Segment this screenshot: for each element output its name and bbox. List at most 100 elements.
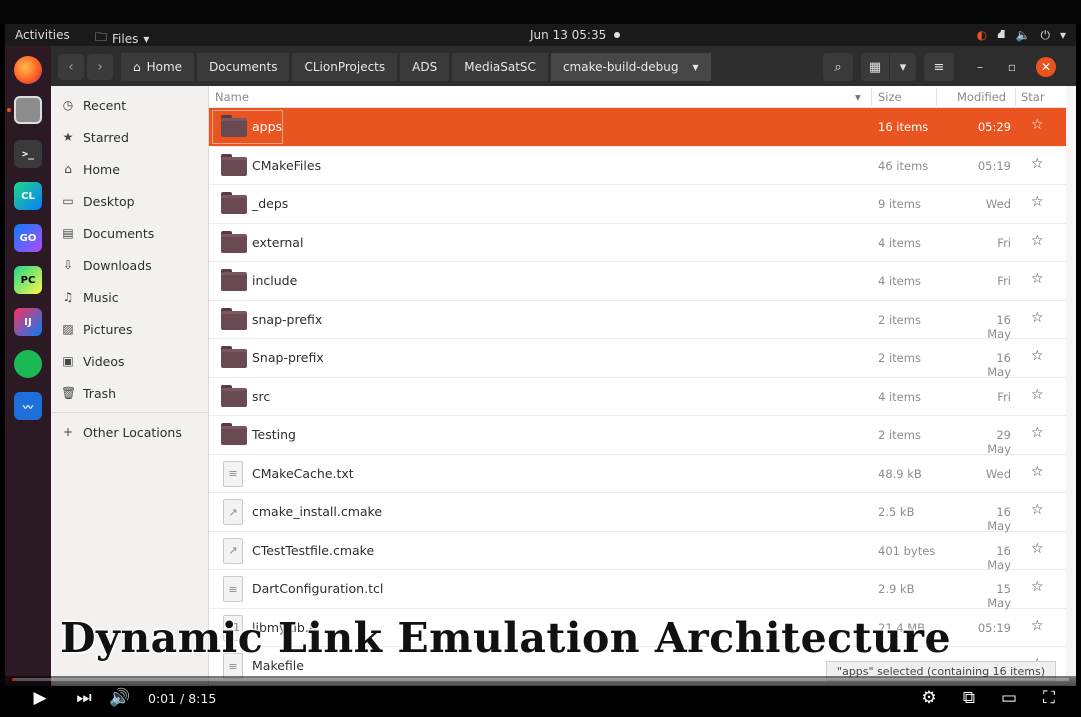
menu-button[interactable]: ≡	[924, 53, 954, 81]
star-icon[interactable]: ☆	[1031, 117, 1044, 133]
file-row[interactable]: ≡ DartConfiguration.tcl 2.9 kB 15 May ☆	[209, 570, 1066, 610]
dock: >_ CL GO PC IJ 〰	[5, 46, 51, 686]
fullscreen-button[interactable]: ⛶	[1037, 687, 1061, 709]
close-button[interactable]: ✕	[1036, 57, 1056, 77]
volume-icon: 🔊	[109, 688, 131, 708]
sidebar-item-downloads[interactable]: ⇩ Downloads	[61, 253, 152, 277]
goland-icon[interactable]: GO	[14, 224, 42, 252]
chevron-down-icon[interactable]: ▾	[1060, 28, 1066, 42]
star-icon[interactable]: ☆	[1031, 310, 1044, 326]
file-name: Snap-prefix	[252, 350, 324, 365]
view-options-button[interactable]: ▾	[890, 53, 916, 81]
column-name[interactable]: Name	[215, 90, 249, 104]
system-tray[interactable]: ◐ ⛘ 🔈 ⏻ ▾	[977, 27, 1066, 43]
network-icon[interactable]: ⛘	[997, 27, 1005, 43]
star-icon[interactable]: ☆	[1031, 271, 1044, 287]
grid-view-button[interactable]: ▦	[861, 53, 889, 81]
forward-button[interactable]: ›	[87, 54, 113, 80]
breadcrumb-documents[interactable]: Documents	[197, 53, 290, 81]
text-file-icon: ≡	[223, 576, 243, 602]
column-size[interactable]: Size	[878, 90, 902, 104]
progress-bar[interactable]	[12, 678, 1069, 681]
star-icon[interactable]: ☆	[1031, 194, 1044, 210]
next-button[interactable]: ⏭	[72, 687, 96, 709]
files-app-icon[interactable]	[14, 96, 42, 124]
back-button[interactable]: ‹	[58, 54, 84, 80]
folder-icon	[221, 153, 247, 176]
terminal-icon[interactable]: >_	[14, 140, 42, 168]
file-row[interactable]: Snap-prefix 2 items 16 May ☆	[209, 339, 1066, 379]
search-icon: ⌕	[834, 59, 842, 75]
activities-button[interactable]: Activities	[15, 28, 70, 42]
sidebar-item-other-locations[interactable]: + Other Locations	[61, 420, 182, 444]
sidebar-item-videos[interactable]: ▣ Videos	[61, 349, 124, 373]
firefox-icon[interactable]	[14, 56, 42, 84]
sidebar-item-trash[interactable]: 🗑 Trash	[61, 381, 116, 405]
file-modified: 16 May	[987, 312, 1011, 341]
star-icon[interactable]: ☆	[1031, 541, 1044, 557]
file-list: Name ▾ Size Modified Star apps 16 items 05…	[209, 86, 1066, 686]
breadcrumb-clionprojects[interactable]: CLionProjects	[292, 53, 398, 81]
breadcrumb-mediasatsc[interactable]: MediaSatSC	[452, 53, 548, 81]
breadcrumb-ads[interactable]: ADS	[400, 53, 450, 81]
power-icon[interactable]: ⏻	[1040, 28, 1050, 43]
file-name: src	[252, 388, 271, 404]
sidebar-item-music[interactable]: ♫ Music	[61, 285, 119, 309]
file-row[interactable]: external 4 items Fri ☆	[209, 224, 1066, 262]
system-top-bar: Activities 🗀 Files ▾ Jun 13 05:35 ◐ ⛘ 🔈 …	[5, 24, 1076, 46]
minimize-button[interactable]: –	[970, 57, 990, 77]
sidebar-item-starred[interactable]: ★ Starred	[61, 125, 129, 149]
star-icon[interactable]: ☆	[1031, 618, 1044, 634]
file-row[interactable]: CMakeFiles 46 items 05:19 ☆	[209, 147, 1066, 185]
star-icon[interactable]: ☆	[1031, 464, 1044, 480]
sidebar-item-desktop[interactable]: ▭ Desktop	[61, 189, 134, 213]
app-indicator-icon[interactable]: ◐	[977, 28, 987, 42]
chevron-right-icon: ›	[97, 59, 103, 75]
sort-descending-icon[interactable]: ▾	[855, 90, 861, 104]
file-modified: Fri	[997, 389, 1011, 404]
star-icon[interactable]: ☆	[1031, 387, 1044, 403]
intellij-icon[interactable]: IJ	[14, 308, 42, 336]
maximize-button[interactable]: ▫	[1002, 57, 1022, 77]
file-row[interactable]: ≡ CMakeCache.txt 48.9 kB Wed ☆	[209, 455, 1066, 493]
mute-button[interactable]: 🔊	[108, 687, 132, 709]
star-icon[interactable]: ☆	[1031, 425, 1044, 441]
breadcrumb-label: MediaSatSC	[464, 60, 536, 74]
sidebar-item-home[interactable]: ⌂ Home	[61, 157, 120, 181]
settings-button[interactable]: ⚙	[917, 687, 941, 709]
progress-fill	[12, 678, 15, 681]
clion-icon[interactable]: CL	[14, 182, 42, 210]
volume-icon[interactable]: 🔈	[1016, 28, 1031, 42]
sidebar-item-recent[interactable]: ◷ Recent	[61, 93, 126, 117]
sidebar-item-documents[interactable]: ▤ Documents	[61, 221, 154, 245]
star-icon[interactable]: ☆	[1031, 233, 1044, 249]
file-row[interactable]: include 4 items Fri ☆	[209, 262, 1066, 301]
star-icon[interactable]: ☆	[1031, 348, 1044, 364]
star-icon[interactable]: ☆	[1031, 579, 1044, 595]
notification-dot-icon	[614, 32, 621, 38]
file-row[interactable]: Testing 2 items 29 May ☆	[209, 416, 1066, 456]
breadcrumb-home[interactable]: ⌂ Home	[121, 53, 195, 81]
star-icon[interactable]: ☆	[1031, 502, 1044, 518]
file-row[interactable]: ↗ CTestTestfile.cmake 401 bytes 16 May ☆	[209, 532, 1066, 572]
file-size: 48.9 kB	[878, 466, 922, 481]
search-button[interactable]: ⌕	[823, 53, 853, 81]
clock[interactable]: Jun 13 05:35	[530, 28, 621, 42]
sidebar-item-pictures[interactable]: ▨ Pictures	[61, 317, 132, 341]
miniplayer-button[interactable]: ⧉	[957, 687, 981, 709]
breadcrumb-cmake-build-debug[interactable]: cmake-build-debug ▾	[550, 53, 711, 81]
file-row[interactable]: src 4 items Fri ☆	[209, 378, 1066, 416]
theater-mode-button[interactable]: ▭	[997, 687, 1021, 709]
star-icon[interactable]: ☆	[1031, 156, 1044, 172]
column-modified[interactable]: Modified	[957, 90, 1006, 104]
file-row[interactable]: snap-prefix 2 items 16 May ☆	[209, 301, 1066, 341]
column-star[interactable]: Star	[1021, 90, 1045, 104]
file-row[interactable]: apps 16 items 05:29 ☆	[209, 108, 1066, 147]
pycharm-icon[interactable]: PC	[14, 266, 42, 294]
spotify-icon[interactable]	[14, 350, 42, 378]
play-icon: ▶	[33, 688, 47, 708]
file-row[interactable]: _deps 9 items Wed ☆	[209, 185, 1066, 224]
play-button[interactable]: ▶	[28, 687, 52, 709]
system-monitor-icon[interactable]: 〰	[14, 392, 42, 420]
file-row[interactable]: ↗ cmake_install.cmake 2.5 kB 16 May ☆	[209, 493, 1066, 533]
